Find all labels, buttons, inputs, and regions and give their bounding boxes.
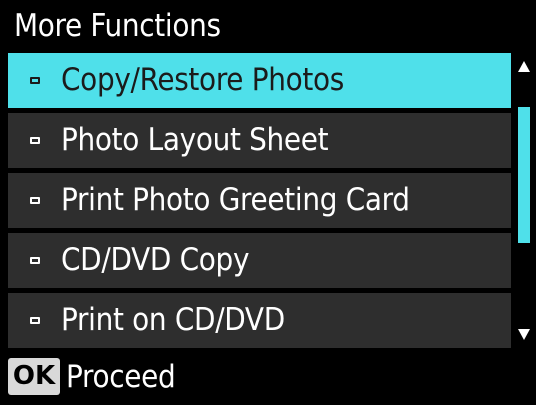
bullet-icon (30, 257, 40, 264)
lcd-screen: More Functions Copy/Restore Photos Photo… (0, 0, 536, 405)
menu-item-label: Photo Layout Sheet (61, 122, 329, 158)
menu-item-print-photo-greeting-card[interactable]: Print Photo Greeting Card (8, 173, 511, 228)
bullet-icon (30, 317, 40, 324)
menu-item-label: CD/DVD Copy (61, 242, 250, 278)
scroll-thumb[interactable] (518, 107, 530, 243)
bullet-icon (30, 77, 40, 84)
menu-list: Copy/Restore Photos Photo Layout Sheet P… (8, 53, 511, 348)
menu-item-label: Copy/Restore Photos (61, 62, 344, 98)
header: More Functions (0, 0, 536, 52)
triangle-up-icon[interactable] (518, 61, 530, 72)
menu-item-print-on-cd-dvd[interactable]: Print on CD/DVD (8, 293, 511, 348)
footer: OK Proceed (0, 348, 536, 405)
ok-button-icon: OK (8, 358, 60, 395)
menu-item-label: Print on CD/DVD (61, 302, 285, 338)
menu-item-label: Print Photo Greeting Card (61, 182, 410, 218)
scrollbar[interactable] (513, 53, 536, 348)
scroll-track[interactable] (518, 79, 530, 323)
bullet-icon (30, 137, 40, 144)
menu-item-cd-dvd-copy[interactable]: CD/DVD Copy (8, 233, 511, 288)
menu-item-photo-layout-sheet[interactable]: Photo Layout Sheet (8, 113, 511, 168)
triangle-down-icon[interactable] (518, 329, 530, 340)
menu-item-copy-restore-photos[interactable]: Copy/Restore Photos (8, 53, 511, 108)
page-title: More Functions (14, 8, 221, 44)
footer-action-label: Proceed (66, 359, 176, 395)
bullet-icon (30, 197, 40, 204)
